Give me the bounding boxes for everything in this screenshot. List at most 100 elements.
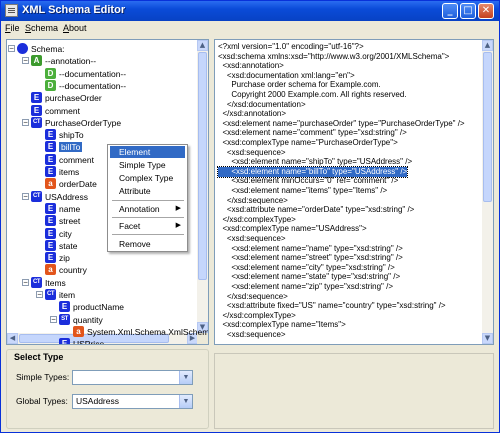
tree-node[interactable]: A --annotation-- <box>31 55 96 67</box>
tree-node[interactable]: ST quantity <box>59 313 103 326</box>
tree-node-label: billTo <box>59 142 83 153</box>
tree-node-e-icon: E <box>59 301 70 313</box>
tree-expander-icon[interactable]: − <box>50 315 57 323</box>
tree-expander-icon[interactable]: − <box>36 291 43 298</box>
tree-node-label: item <box>59 290 76 300</box>
ctx-item-remove[interactable]: Remove <box>110 238 185 250</box>
xml-line[interactable]: </xsd:documentation> <box>218 100 306 110</box>
xml-line[interactable]: <xsd:complexType name="Items"> <box>218 320 345 330</box>
tree-node[interactable]: CT item <box>45 289 75 301</box>
xml-line[interactable]: <xsd:element name="state" type="xsd:stri… <box>218 272 400 282</box>
tree-expander-icon[interactable]: − <box>22 192 29 200</box>
xml-line[interactable]: <xsd:element minOccurs="0" ref="comment"… <box>218 176 398 186</box>
scroll-left-icon[interactable]: ◀ <box>7 333 18 344</box>
scroll-up-icon[interactable]: ▲ <box>482 40 493 51</box>
tree-expander-icon[interactable]: − <box>22 57 29 65</box>
xml-line[interactable]: <xsd:element name="purchaseOrder" type="… <box>218 119 464 129</box>
ctx-item-complex-type[interactable]: Complex Type <box>110 172 185 184</box>
xml-line[interactable]: <?xml version="1.0" encoding="utf-16"?> <box>218 42 364 52</box>
xml-line[interactable]: </xsd:sequence> <box>218 196 288 206</box>
xml-line[interactable]: <xsd:element name="comment" type="xsd:st… <box>218 128 406 138</box>
tree-node[interactable]: CT Items <box>31 276 66 289</box>
tree-node-ct-icon: CT <box>45 289 56 300</box>
xml-line[interactable]: <xsd:element name="shipTo" type="USAddre… <box>218 157 412 167</box>
minimize-button[interactable]: _ <box>442 3 458 19</box>
tree-node[interactable]: EshipTo <box>45 129 84 141</box>
menu-schema[interactable]: Schema <box>25 23 58 33</box>
xml-line[interactable]: <xsd:sequence> <box>218 148 286 158</box>
tree-node[interactable]: EpurchaseOrder <box>31 92 102 104</box>
xml-scroll-thumb[interactable] <box>483 52 492 202</box>
tree-node[interactable]: Eitems <box>45 166 79 178</box>
select-type-title: Select Type <box>12 352 66 362</box>
global-types-select[interactable]: USAddress ▼ <box>72 394 193 409</box>
ctx-item-annotation[interactable]: Annotation ▶ <box>110 203 185 215</box>
xml-line[interactable]: </xsd:complexType> <box>218 311 295 321</box>
xml-line[interactable]: <xsd:element name="name" type="xsd:strin… <box>218 244 402 254</box>
xml-vertical-scrollbar[interactable]: ▲ ▼ <box>482 40 493 344</box>
tree-node[interactable]: Schema: <box>17 43 65 55</box>
xml-line[interactable]: <xsd:attribute name="orderDate" type="xs… <box>218 205 414 215</box>
tree-node[interactable]: a orderDate <box>45 178 97 190</box>
tree-node-label: USPrice <box>73 339 105 345</box>
ctx-item-facet[interactable]: Facet ▶ <box>110 220 185 232</box>
scroll-down-icon[interactable]: ▼ <box>482 333 493 344</box>
xml-line[interactable]: Purchase order schema for Example.com. <box>218 80 380 90</box>
xml-line[interactable]: </xsd:annotation> <box>218 109 286 119</box>
scroll-up-icon[interactable]: ▲ <box>197 40 208 51</box>
maximize-button[interactable]: □ <box>460 3 476 19</box>
xml-line[interactable]: </xsd:sequence> <box>218 292 288 302</box>
tree-node-e-icon: E <box>31 92 42 104</box>
xml-line[interactable]: <xsd:element name="street" type="xsd:str… <box>218 253 402 263</box>
ctx-item-annotation-label: Annotation <box>119 204 160 214</box>
xml-line[interactable]: <xsd:annotation> <box>218 61 283 71</box>
title-bar[interactable]: XML Schema Editor _ □ ✕ <box>1 1 499 21</box>
tree-node-schema-icon <box>17 43 28 54</box>
xml-line[interactable]: Copyright 2000 Example.com. All rights r… <box>218 90 406 100</box>
xml-line[interactable]: <xsd:complexType name="PurchaseOrderType… <box>218 138 397 148</box>
menu-about[interactable]: About <box>63 23 87 33</box>
xml-line[interactable]: <xsd:complexType name="USAddress"> <box>218 224 366 234</box>
tree-node[interactable]: EbillTo <box>45 141 83 153</box>
xml-line-selected[interactable]: <xsd:element name="billTo" type="USAddre… <box>216 165 409 178</box>
tree-node[interactable]: a System.Xml.Schema.XmlSchem <box>73 325 208 338</box>
ctx-item-attribute[interactable]: Attribute <box>110 185 185 197</box>
tree-expander-icon[interactable]: − <box>8 45 15 52</box>
tree-node[interactable]: E USPrice <box>59 338 105 345</box>
tree-node[interactable]: Estreet <box>45 215 80 227</box>
tree-expander-icon[interactable]: − <box>22 118 29 126</box>
xml-line[interactable]: <xsd:documentation xml:lang="en"> <box>218 71 355 81</box>
ctx-item-element[interactable]: Element <box>110 146 185 158</box>
tree-node[interactable]: CT PurchaseOrderType <box>31 116 121 129</box>
tree-node[interactable]: Ezip <box>45 252 70 264</box>
xml-line[interactable]: <xsd:element name="zip" type="xsd:string… <box>218 282 393 292</box>
tree-vertical-scrollbar[interactable]: ▲ ▼ <box>197 40 208 333</box>
xml-line[interactable]: <xsd:element name="city" type="xsd:strin… <box>218 263 394 273</box>
tree-scroll-thumb[interactable] <box>198 52 207 280</box>
ctx-item-simple-type[interactable]: Simple Type <box>110 159 185 171</box>
xml-line[interactable]: <xsd:sequence> <box>218 330 286 340</box>
tree-node[interactable]: Ecomment <box>31 104 80 117</box>
tree-node[interactable]: Ecomment <box>45 153 94 166</box>
tree-node[interactable]: Estate <box>45 239 77 252</box>
tree-expander-icon[interactable]: − <box>22 278 29 286</box>
tree-node[interactable]: EproductName <box>59 301 124 313</box>
xml-line[interactable]: <xsd:sequence> <box>218 234 286 244</box>
xml-line[interactable]: <xsd:attribute fixed="US" name="country"… <box>218 301 446 311</box>
tree-node[interactable]: D --documentation-- <box>45 67 126 80</box>
tree-node-doc-icon: D <box>45 67 56 79</box>
close-button[interactable]: ✕ <box>478 3 494 19</box>
tree-node[interactable]: D --documentation-- <box>45 79 126 92</box>
chevron-down-icon[interactable]: ▼ <box>179 371 192 384</box>
chevron-down-icon[interactable]: ▼ <box>179 395 192 408</box>
xml-line[interactable]: <xsd:schema xmlns:xsd="http://www.w3.org… <box>218 52 449 62</box>
xml-source-view[interactable]: ▲ ▼ <?xml version="1.0" encoding="utf-16… <box>214 39 494 345</box>
simple-types-select[interactable]: ▼ <box>72 370 193 385</box>
tree-node[interactable]: Ename <box>45 202 80 215</box>
tree-node[interactable]: Ecity <box>45 227 72 240</box>
xml-line[interactable]: </xsd:complexType> <box>218 215 295 225</box>
xml-line[interactable]: <xsd:element name="items" type="Items" /… <box>218 186 387 196</box>
tree-node[interactable]: a country <box>45 264 87 276</box>
menu-file[interactable]: File <box>5 23 20 33</box>
tree-node[interactable]: CT USAddress <box>31 190 88 203</box>
